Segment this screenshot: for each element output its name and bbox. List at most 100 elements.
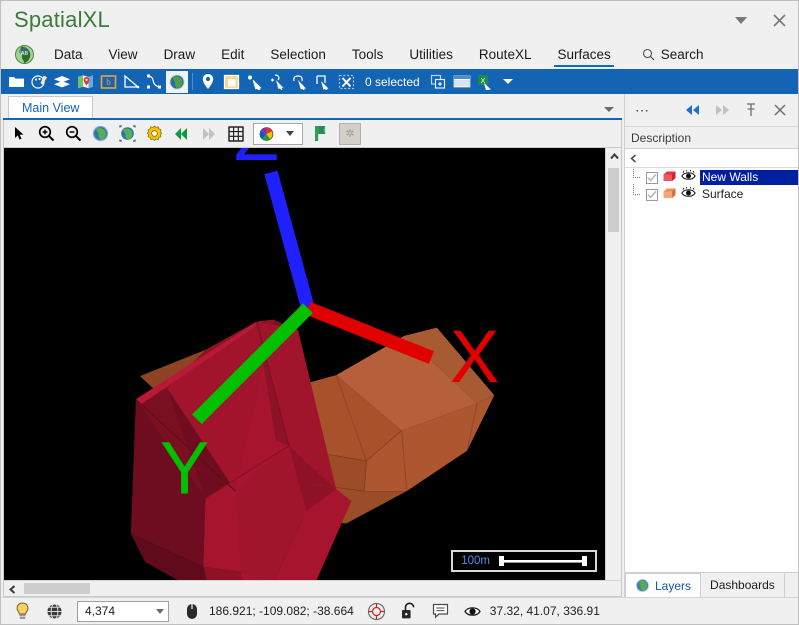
vertical-scroll-track[interactable] xyxy=(606,164,621,580)
select-rect-button[interactable] xyxy=(312,71,334,93)
3d-viewport[interactable]: Z X Y 100m xyxy=(4,148,605,580)
copy-selection-button[interactable] xyxy=(428,71,450,93)
select-add-button[interactable] xyxy=(266,71,288,93)
tab-dashboards[interactable]: Dashboards xyxy=(701,573,785,597)
layer-row-new-walls[interactable]: New Walls xyxy=(625,168,798,186)
tab-main-view[interactable]: Main View xyxy=(8,96,94,118)
zoom-full-extent-button[interactable] xyxy=(88,122,113,146)
layer-symbol-swatch[interactable] xyxy=(662,187,677,203)
cursor-coordinate-icon-wrap xyxy=(177,599,207,623)
panel-back-button[interactable] xyxy=(679,97,707,123)
snap-target-button[interactable] xyxy=(362,599,392,623)
globe-africa-logo-icon: AB xyxy=(14,44,34,64)
snapshot-button[interactable]: ✲ xyxy=(339,122,361,145)
viewport-vertical-scrollbar[interactable] xyxy=(605,148,621,580)
copy-selection-icon xyxy=(431,74,446,89)
menu-item-view[interactable]: View xyxy=(96,39,151,69)
symbology-button[interactable] xyxy=(28,71,50,93)
chevron-down-icon[interactable] xyxy=(156,608,164,614)
chevron-down-icon xyxy=(735,16,747,24)
viewport-horizontal-scrollbar[interactable] xyxy=(4,580,621,596)
selection-count-label: 0 selected xyxy=(365,74,420,89)
menu-search[interactable]: Search xyxy=(624,39,716,69)
menu-item-data[interactable]: Data xyxy=(41,39,96,69)
lightbulb-icon xyxy=(15,601,29,619)
grid-toggle-button[interactable] xyxy=(223,122,248,146)
excel-export-button[interactable]: X xyxy=(474,71,496,93)
zoom-selected-extent-button[interactable] xyxy=(115,122,140,146)
scroll-left-button[interactable] xyxy=(4,581,20,597)
globe-view-button[interactable] xyxy=(166,70,188,93)
toolbar-overflow-button[interactable] xyxy=(497,71,519,93)
menu-item-utilities[interactable]: Utilities xyxy=(396,39,466,69)
bookmark-button[interactable] xyxy=(308,122,333,146)
menu-item-surfaces[interactable]: Surfaces xyxy=(544,39,623,69)
layers-filter-row[interactable] xyxy=(625,149,798,168)
menu-item-draw[interactable]: Draw xyxy=(151,39,209,69)
panel-close-button[interactable] xyxy=(766,97,794,123)
tab-layers[interactable]: Layers xyxy=(625,573,702,597)
note-icon xyxy=(433,603,449,619)
map-scale-combo[interactable]: 4,374 xyxy=(77,600,169,622)
menu-item-tools[interactable]: Tools xyxy=(339,39,397,69)
3d-scene xyxy=(4,148,605,580)
menu-item-edit[interactable]: Edit xyxy=(208,39,257,69)
horizontal-scroll-track[interactable] xyxy=(20,581,621,596)
layer-symbol-swatch[interactable] xyxy=(662,170,677,186)
layer-eye-toggle[interactable] xyxy=(681,169,696,185)
projection-button[interactable] xyxy=(39,599,69,623)
measure-angle-button[interactable] xyxy=(120,71,142,93)
menu-item-label: View xyxy=(108,46,138,62)
lighting-toggle-button[interactable] xyxy=(7,599,37,623)
scroll-up-button[interactable] xyxy=(606,148,622,164)
layer-eye-toggle[interactable] xyxy=(681,186,696,202)
close-icon xyxy=(774,104,786,116)
menu-item-routexl[interactable]: RouteXL xyxy=(466,39,545,69)
menu-item-selection[interactable]: Selection xyxy=(257,39,339,69)
color-palette-button[interactable] xyxy=(254,124,278,144)
panel-menu-button[interactable]: ⋯ xyxy=(625,102,650,119)
layer-row-surface[interactable]: Surface xyxy=(625,184,798,203)
horizontal-scroll-thumb[interactable] xyxy=(24,583,90,594)
select-polygon-button[interactable] xyxy=(289,71,311,93)
layer-visibility-checkbox[interactable] xyxy=(646,171,658,184)
layers-column-header[interactable]: Description xyxy=(625,127,798,149)
select-point-button[interactable] xyxy=(243,71,265,93)
open-folder-button[interactable] xyxy=(5,71,27,93)
layer-name: New Walls xyxy=(700,170,798,185)
tab-overflow-icon[interactable] xyxy=(604,107,614,112)
window-map-button[interactable] xyxy=(220,71,242,93)
next-view-button[interactable] xyxy=(196,122,221,146)
add-location-button[interactable] xyxy=(197,71,219,93)
view-settings-button[interactable] xyxy=(142,122,167,146)
table-view-icon xyxy=(453,75,471,88)
chevron-left-icon xyxy=(630,153,636,163)
app-logo[interactable]: AB xyxy=(7,39,41,69)
vertical-scroll-thumb[interactable] xyxy=(608,168,619,232)
previous-view-button[interactable] xyxy=(169,122,194,146)
overflow-caret-icon xyxy=(502,79,513,84)
window-menu-button[interactable] xyxy=(722,5,760,35)
layers-button[interactable] xyxy=(51,71,73,93)
panel-pin-button[interactable] xyxy=(737,97,765,123)
window-close-button[interactable] xyxy=(760,5,798,35)
palette-dropdown-button[interactable] xyxy=(278,124,302,144)
main-body: Main View ✲ X Y 100m ⋯ Description New W… xyxy=(1,94,798,597)
zoom-out-button[interactable] xyxy=(61,122,86,146)
basemap-button[interactable] xyxy=(74,71,96,93)
table-view-button[interactable] xyxy=(451,71,473,93)
layer-visibility-checkbox[interactable] xyxy=(646,188,658,201)
globe-extent-icon xyxy=(119,125,136,142)
polyline-node-button[interactable] xyxy=(143,71,165,93)
pointer-tool-button[interactable] xyxy=(7,122,32,146)
annotation-button[interactable] xyxy=(426,599,456,623)
globe-icon xyxy=(169,73,185,90)
forward-icon xyxy=(203,127,215,140)
bounding-box-button[interactable]: b xyxy=(97,71,119,93)
panel-tab-strip: Layers Dashboards xyxy=(625,572,798,597)
zoom-in-button[interactable] xyxy=(34,122,59,146)
lock-toggle-button[interactable] xyxy=(394,599,424,623)
panel-forward-button[interactable] xyxy=(708,97,736,123)
clear-selection-button[interactable] xyxy=(335,71,357,93)
menu-item-label: Utilities xyxy=(409,46,453,62)
